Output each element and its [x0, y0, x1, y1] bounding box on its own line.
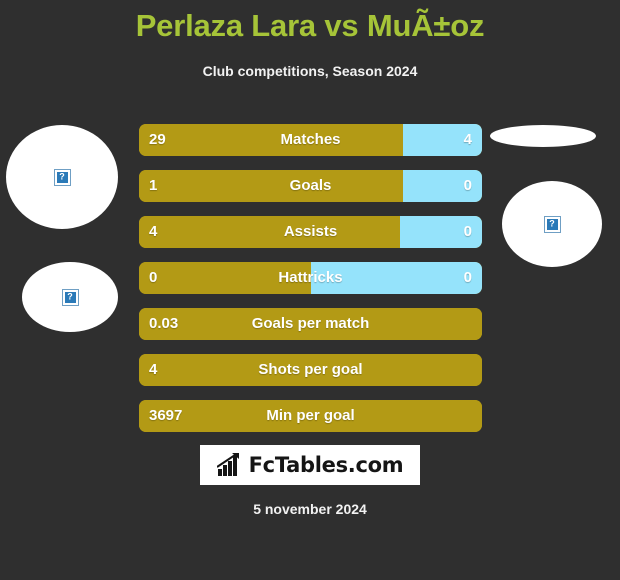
stat-comparison-card: Perlaza Lara vs MuÃ±oz Club competitions… [0, 0, 620, 580]
stat-label: Goals per match [251, 315, 370, 332]
stat-label: Goals [289, 177, 332, 194]
stat-row: 3697 Min per goal [139, 400, 482, 432]
generated-date: 5 november 2024 [253, 501, 367, 517]
home-player-photo-primary [6, 125, 118, 229]
stat-label: Min per goal [266, 407, 355, 424]
stat-row: 4 Shots per goal [139, 354, 482, 386]
stat-row: 1 Goals 0 [139, 170, 482, 202]
stats-bar-list: 29 Matches 4 1 Goals 0 4 Assists 0 0 Hattricks 0 0.0… [139, 124, 482, 446]
stat-row: 0 Hattricks 0 [139, 262, 482, 294]
broken-image-icon [544, 216, 560, 232]
stat-label: Shots per goal [258, 361, 363, 378]
stat-row: 29 Matches 4 [139, 124, 482, 156]
fctables-logo-text: FcTables.com [248, 453, 404, 477]
away-player-photo-primary [490, 125, 596, 147]
stat-row: 4 Assists 0 [139, 216, 482, 248]
bar-chart-growth-icon [216, 453, 239, 476]
stat-away-value: 0 [463, 177, 472, 194]
fctables-logo[interactable]: FcTables.com [200, 445, 420, 485]
broken-image-icon [62, 289, 78, 305]
broken-image-icon [54, 169, 70, 185]
home-player-photo-secondary [22, 262, 118, 332]
stat-away-value: 0 [463, 269, 472, 286]
stat-away-value: 0 [463, 223, 472, 240]
page-title: Perlaza Lara vs MuÃ±oz [135, 8, 485, 43]
page-subtitle: Club competitions, Season 2024 [202, 63, 418, 79]
stat-row: 0.03 Goals per match [139, 308, 482, 340]
stat-label: Hattricks [278, 269, 343, 286]
stat-away-value: 4 [463, 131, 472, 148]
stat-label: Assists [283, 223, 338, 240]
away-player-photo-secondary [502, 181, 602, 267]
stat-label: Matches [280, 131, 341, 148]
